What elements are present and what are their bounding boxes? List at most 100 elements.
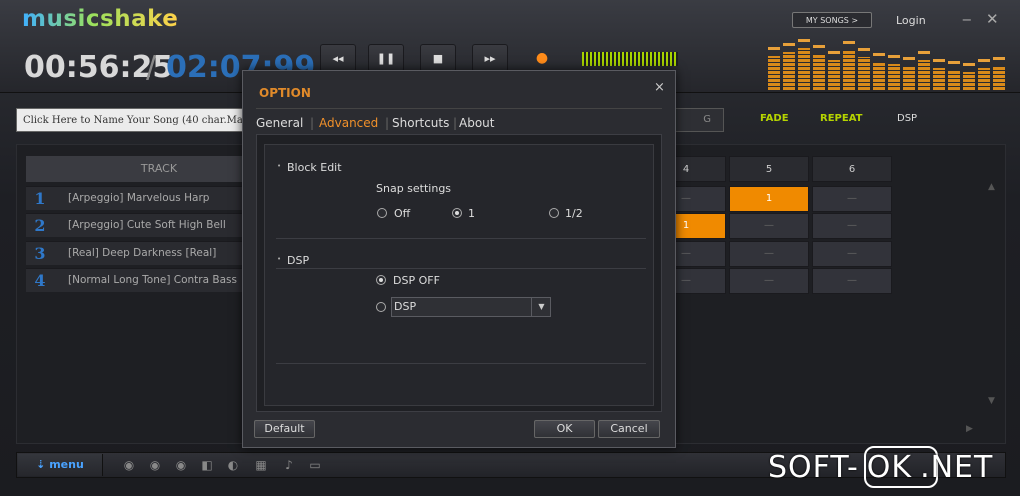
dsp-off-radio[interactable]: [376, 275, 386, 285]
dialog-divider: [256, 108, 662, 109]
tab-advanced[interactable]: Advanced: [319, 116, 378, 130]
menu-label: menu: [49, 458, 84, 471]
equalizer-peak: [828, 51, 840, 54]
stop-button[interactable]: ■: [420, 44, 456, 72]
grid-cell[interactable]: —: [812, 213, 892, 239]
my-songs-button[interactable]: MY SONGS >: [792, 12, 872, 28]
level-meter: [582, 52, 678, 66]
equalizer-bar: [843, 50, 855, 90]
scroll-right-icon[interactable]: ▶: [966, 424, 973, 434]
chevron-down-icon[interactable]: ▼: [531, 298, 551, 316]
settings-panel: [264, 144, 654, 406]
song-name-field[interactable]: Click Here to Name Your Song (40 char.Ma…: [16, 108, 246, 132]
tool-icon-5[interactable]: ◐: [226, 458, 240, 472]
tab-about[interactable]: About: [459, 116, 494, 130]
grid-cell[interactable]: —: [729, 268, 809, 294]
cancel-button[interactable]: Cancel: [598, 420, 660, 438]
scroll-down-icon[interactable]: ▼: [988, 396, 995, 406]
track-row[interactable]: 1 [Arpeggio] Marvelous Harp: [26, 186, 266, 210]
equalizer-bar: [933, 68, 945, 90]
track-number: 2: [34, 216, 46, 235]
equalizer-bar: [888, 64, 900, 90]
column-header-5: 5: [729, 156, 809, 182]
column-number: 6: [848, 164, 856, 175]
record-button[interactable]: ●: [524, 44, 560, 72]
equalizer-peak: [948, 61, 960, 64]
tool-icon-1[interactable]: ◉: [122, 458, 136, 472]
snap-1-radio[interactable]: [452, 208, 462, 218]
equalizer-bar: [993, 66, 1005, 90]
equalizer-peak: [993, 57, 1005, 60]
tool-icon-8[interactable]: ▭: [308, 458, 322, 472]
watermark-boxed: OK: [866, 450, 913, 485]
track-name: [Real] Deep Darkness [Real]: [68, 247, 217, 259]
repeat-toggle[interactable]: REPEAT: [820, 113, 862, 124]
tool-icon-3[interactable]: ◉: [174, 458, 188, 472]
snap-half-radio[interactable]: [549, 208, 559, 218]
equalizer-bar: [858, 57, 870, 90]
equalizer-bar: [798, 48, 810, 90]
grid-cell[interactable]: —: [812, 241, 892, 267]
equalizer-bar: [903, 66, 915, 90]
dsp-toggle[interactable]: DSP: [897, 113, 917, 124]
forward-button[interactable]: ▸▸: [472, 44, 508, 72]
grid-cell[interactable]: —: [729, 213, 809, 239]
equalizer-peak: [813, 45, 825, 48]
song-name-go-button[interactable]: G: [674, 108, 724, 132]
track-row[interactable]: 2 [Arpeggio] Cute Soft High Bell: [26, 213, 266, 237]
tab-shortcuts[interactable]: Shortcuts: [392, 116, 449, 130]
equalizer-peak: [843, 41, 855, 44]
time-separator: /: [146, 50, 157, 85]
rewind-button[interactable]: ◂◂: [320, 44, 356, 72]
tool-icon-7[interactable]: ♪: [282, 458, 296, 472]
dsp-on-radio[interactable]: [376, 302, 386, 312]
tab-divider: |: [453, 116, 458, 130]
track-number: 4: [34, 271, 46, 290]
login-link[interactable]: Login: [896, 14, 926, 27]
tab-general[interactable]: General: [256, 116, 303, 130]
pause-button[interactable]: ❚❚: [368, 44, 404, 72]
track-row[interactable]: 4 [Normal Long Tone] Contra Bass: [26, 268, 266, 292]
fade-toggle[interactable]: FADE: [760, 113, 789, 124]
equalizer-peak: [963, 63, 975, 66]
equalizer-peak: [768, 47, 780, 50]
equalizer-bar: [978, 68, 990, 90]
grid-cell[interactable]: —: [812, 186, 892, 212]
column-number: 5: [765, 164, 773, 175]
column-number: 4: [682, 164, 690, 175]
equalizer-peak: [978, 59, 990, 62]
track-number: 3: [34, 244, 46, 263]
dialog-close-icon[interactable]: ×: [654, 80, 665, 95]
section-divider: [276, 238, 646, 239]
track-name: [Arpeggio] Marvelous Harp: [68, 192, 210, 204]
equalizer-peak: [903, 57, 915, 60]
menu-button[interactable]: ⇣ menu: [18, 454, 103, 476]
minimize-icon[interactable]: ‒: [962, 10, 972, 28]
grid-cell[interactable]: 1: [729, 186, 809, 212]
tool-icon-4[interactable]: ◧: [200, 458, 214, 472]
close-icon[interactable]: ✕: [986, 10, 999, 28]
dialog-title: OPTION: [259, 86, 311, 100]
ok-button[interactable]: OK: [534, 420, 595, 438]
equalizer-display: [768, 39, 1006, 90]
default-button[interactable]: Default: [254, 420, 315, 438]
tool-icon-2[interactable]: ◉: [148, 458, 162, 472]
scroll-up-icon[interactable]: ▲: [988, 182, 995, 192]
equalizer-peak: [933, 59, 945, 62]
tool-icon-6[interactable]: ▦: [254, 458, 268, 472]
snap-off-label: Off: [394, 207, 411, 220]
equalizer-peak: [888, 55, 900, 58]
equalizer-bar: [873, 62, 885, 90]
dsp-select[interactable]: DSP: [391, 297, 551, 317]
dsp-off-label: DSP OFF: [393, 274, 440, 287]
app-logo: musicshake: [22, 6, 179, 32]
watermark-prefix: SOFT-: [768, 450, 859, 485]
grid-cell[interactable]: —: [729, 241, 809, 267]
tab-divider: |: [385, 116, 390, 130]
grid-cell[interactable]: —: [812, 268, 892, 294]
dsp-heading: DSP: [287, 254, 310, 267]
snap-off-radio[interactable]: [377, 208, 387, 218]
watermark: SOFT- OK .NET: [768, 450, 993, 485]
section-bullet: •: [277, 255, 282, 263]
track-row[interactable]: 3 [Real] Deep Darkness [Real]: [26, 241, 266, 265]
